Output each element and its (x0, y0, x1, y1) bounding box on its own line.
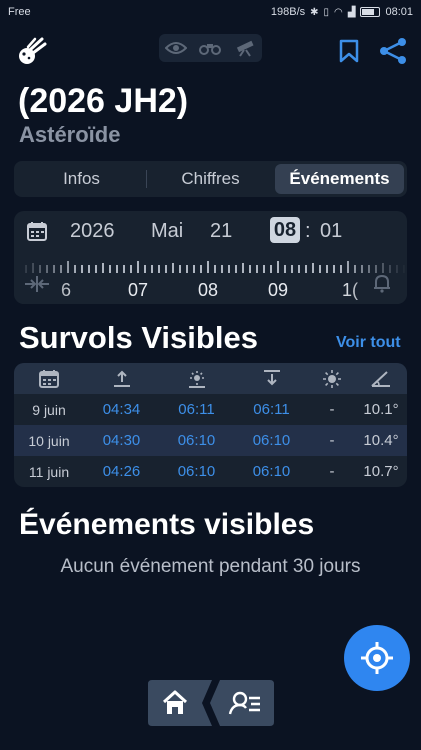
passes-title: Survols Visibles (19, 320, 258, 355)
binoculars-icon[interactable] (199, 41, 222, 55)
transit-column-header (159, 369, 234, 389)
network-speed: 198B/s (270, 6, 306, 18)
pass-rise-time: 04:30 (102, 432, 141, 449)
time-selector: 2026 Mai 21 08 : 01 6 07 08 09 1( (14, 211, 407, 304)
pass-date: 9 juin (32, 401, 66, 418)
set-column-header (234, 369, 309, 389)
vibrate-icon: ▯ (323, 6, 330, 18)
rise-icon (113, 370, 130, 387)
pass-altitude: 10.7° (363, 463, 399, 480)
time-separator: : (305, 220, 311, 242)
transit-icon (188, 370, 205, 388)
pass-set-time: 06:10 (252, 432, 291, 449)
pass-magnitude: - (329, 432, 335, 449)
bottom-nav-bar (148, 680, 274, 726)
pass-magnitude: - (329, 463, 335, 480)
calendar-icon (39, 369, 59, 388)
pass-transit-time: 06:10 (177, 463, 216, 480)
pass-transit-time: 06:11 (178, 401, 215, 418)
table-row[interactable]: 9 juin 04:34 06:11 06:11 - 10.1° (14, 394, 407, 425)
day-field[interactable]: 21 (210, 220, 232, 243)
locate-button[interactable] (344, 625, 410, 691)
see-all-link[interactable]: Voir tout (336, 334, 401, 352)
minute-field[interactable]: 01 (320, 220, 342, 243)
bluetooth-icon: ✱ (310, 6, 319, 18)
pass-set-time: 06:11 (253, 401, 290, 418)
detail-tabs: Infos Chiffres Événements (14, 161, 407, 197)
calendar-icon[interactable] (26, 220, 48, 242)
wifi-icon: ◠ (334, 6, 343, 18)
pass-altitude: 10.1° (363, 401, 399, 418)
table-row[interactable]: 10 juin 04:30 06:10 06:10 - 10.4° (14, 425, 407, 456)
object-type: Astéroïde (19, 122, 121, 147)
set-icon (263, 369, 280, 385)
brightness-column-header (309, 369, 355, 389)
comet-logo-icon[interactable] (16, 36, 48, 66)
time-ruler[interactable]: 6 07 08 09 1( (14, 255, 407, 304)
rise-column-header (84, 369, 159, 389)
crosshair-icon (361, 642, 393, 674)
view-mode-toggle (159, 34, 262, 62)
bottom-navigation (148, 680, 274, 726)
telescope-icon[interactable] (234, 39, 256, 57)
tab-evenements[interactable]: Événements (275, 164, 404, 194)
pass-rise-time: 04:34 (102, 401, 141, 418)
carrier-label: Free (8, 6, 31, 18)
tonight-tab[interactable] (210, 680, 274, 726)
events-title: Événements visibles (19, 508, 315, 541)
collapse-icon[interactable] (24, 275, 50, 293)
pass-set-time: 06:10 (252, 463, 291, 480)
status-indicators: 198B/s ✱ ▯ ◠ ▟ 08:01 (271, 6, 413, 18)
eye-icon[interactable] (165, 41, 188, 55)
status-bar: Free 198B/s ✱ ▯ ◠ ▟ 08:01 (0, 0, 421, 24)
bookmark-icon[interactable] (336, 38, 362, 64)
year-field[interactable]: 2026 (70, 220, 115, 243)
events-empty-message: Aucun événement pendant 30 jours (60, 556, 361, 577)
brightness-icon (323, 369, 341, 388)
share-icon[interactable] (377, 36, 409, 66)
date-column-header (14, 369, 84, 389)
altitude-column-header (355, 369, 407, 389)
angle-icon (371, 370, 390, 387)
tab-infos[interactable]: Infos (17, 164, 146, 194)
tab-chiffres[interactable]: Chiffres (146, 164, 275, 194)
passes-table: 9 juin 04:34 06:11 06:11 - 10.1° 10 juin… (14, 363, 407, 487)
table-row[interactable]: 11 juin 04:26 06:10 06:10 - 10.7° (14, 456, 407, 487)
clock: 08:01 (385, 6, 413, 18)
pass-date: 11 juin (28, 463, 70, 480)
app-header (0, 30, 421, 70)
pass-rise-time: 04:26 (102, 463, 141, 480)
table-header (14, 363, 407, 394)
pass-altitude: 10.4° (363, 432, 399, 449)
time-ruler-scale: 6 07 08 09 1( (14, 255, 407, 304)
hour-field[interactable]: 08 (270, 217, 300, 243)
pass-magnitude: - (329, 401, 335, 418)
battery-icon (360, 7, 381, 17)
pass-date: 10 juin (28, 432, 70, 449)
month-field[interactable]: Mai (151, 220, 183, 243)
pass-transit-time: 06:10 (177, 432, 216, 449)
signal-icon: ▟ (347, 6, 356, 18)
object-name: (2026 JH2) (18, 82, 189, 120)
bell-icon[interactable] (372, 273, 392, 293)
